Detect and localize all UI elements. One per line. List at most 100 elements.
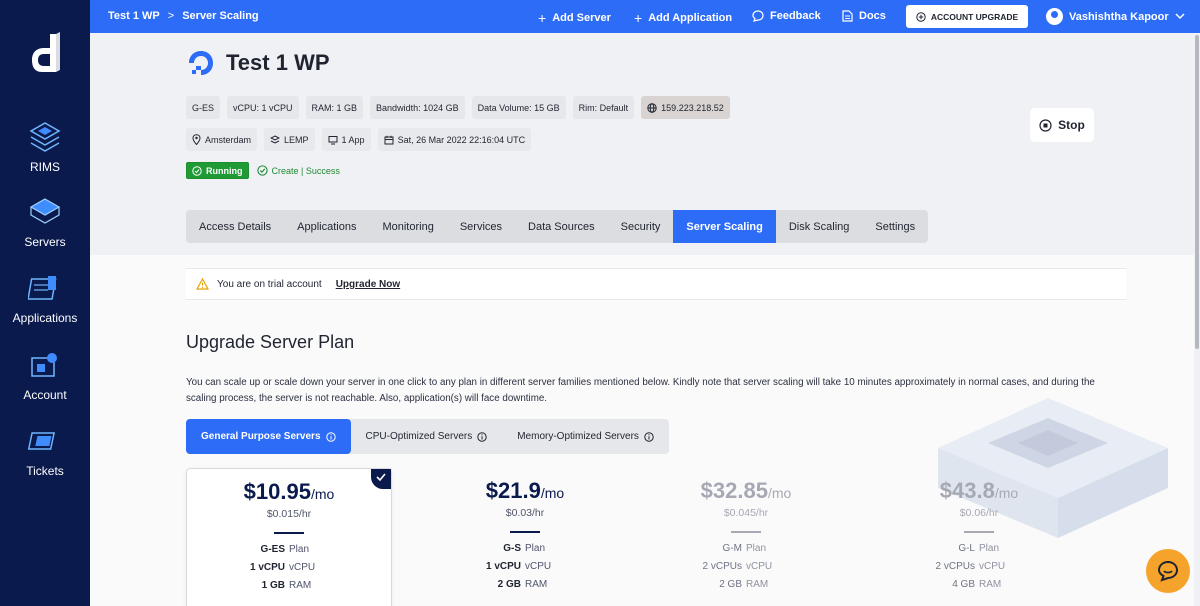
feedback-button[interactable]: Feedback xyxy=(752,10,821,22)
tab-general-purpose[interactable]: General Purpose Servers xyxy=(186,419,351,454)
plan-card-g-es[interactable]: $10.95/mo $0.015/hr G-ES Plan 1 vCPU vCPU … xyxy=(186,468,392,606)
sidebar-item-label: Servers xyxy=(24,235,66,249)
breadcrumb-server-link[interactable]: Test 1 WP xyxy=(108,10,160,22)
plus-icon: + xyxy=(538,10,547,26)
plan-price: $32.85 xyxy=(700,478,768,503)
family-label: Memory-Optimized Servers xyxy=(517,431,639,442)
create-status: Create | Success xyxy=(256,165,340,176)
tab-services[interactable]: Services xyxy=(447,210,515,243)
divider xyxy=(274,532,304,534)
plan-card-g-l[interactable]: $43.8/mo $0.06/hr G-L Plan 2 vCPUs vCPU 4 … xyxy=(876,468,1082,606)
section-description: You can scale up or scale down your serv… xyxy=(186,377,1095,404)
plan-hourly: $0.045/hr xyxy=(723,507,769,519)
sidebar-item-rims[interactable]: RIMS xyxy=(0,120,90,174)
plan-card-g-m[interactable]: $32.85/mo $0.045/hr G-M Plan 2 vCPUs vCPU … xyxy=(643,468,849,606)
plan-ram: 2 GB xyxy=(719,579,742,590)
tab-server-scaling[interactable]: Server Scaling xyxy=(673,210,776,243)
spec-label: RAM xyxy=(525,579,548,590)
apps-label: 1 App xyxy=(341,134,365,145)
add-application-button[interactable]: + Add Application xyxy=(634,10,732,26)
spec-label: RAM xyxy=(979,579,1002,590)
spec-chip: Data Volume: 15 GB xyxy=(471,96,566,119)
plan-price: $21.9 xyxy=(485,478,541,503)
plan-vcpu: 2 vCPUs xyxy=(702,561,742,572)
tab-access-details[interactable]: Access Details xyxy=(186,210,284,243)
breadcrumb-current: Server Scaling xyxy=(182,10,259,22)
chat-button[interactable] xyxy=(1146,549,1190,593)
spec-label: Plan xyxy=(289,544,310,555)
upgrade-now-link[interactable]: Upgrade Now xyxy=(336,279,400,290)
spec-label: vCPU xyxy=(979,561,1006,572)
add-application-label: Add Application xyxy=(648,12,733,24)
info-icon[interactable] xyxy=(644,431,654,442)
rims-icon xyxy=(29,122,61,152)
location-pin-icon xyxy=(192,134,201,145)
docs-button[interactable]: Docs xyxy=(842,10,886,22)
tab-data-sources[interactable]: Data Sources xyxy=(515,210,608,243)
check-circle-icon xyxy=(256,165,268,176)
divider xyxy=(510,531,540,533)
tab-monitoring[interactable]: Monitoring xyxy=(369,210,446,243)
plan-period: /mo xyxy=(994,485,1019,501)
tab-applications[interactable]: Applications xyxy=(284,210,369,243)
tab-memory-optimized[interactable]: Memory-Optimized Servers xyxy=(502,419,669,454)
digitalocean-icon xyxy=(189,51,213,75)
scrollbar[interactable] xyxy=(1194,33,1200,606)
ip-address: 159.223.218.52 xyxy=(661,102,724,113)
spec-label: Plan xyxy=(525,543,546,554)
add-server-button[interactable]: + Add Server xyxy=(538,10,611,26)
stop-label: Stop xyxy=(1058,118,1085,132)
sidebar-item-applications[interactable]: Applications xyxy=(0,271,90,325)
monitor-icon xyxy=(328,135,338,144)
sidebar-item-label: Tickets xyxy=(26,464,64,478)
info-icon[interactable] xyxy=(325,431,336,442)
plan-list: $10.95/mo $0.015/hr G-ES Plan 1 vCPU vCPU … xyxy=(186,468,1126,606)
spec-label: RAM xyxy=(289,580,312,591)
globe-icon xyxy=(647,102,657,113)
info-icon[interactable] xyxy=(477,431,487,442)
tab-security[interactable]: Security xyxy=(608,210,674,243)
plan-hourly: $0.03/hr xyxy=(505,507,545,519)
plan-hourly: $0.06/hr xyxy=(959,507,999,519)
brand-logo-icon[interactable] xyxy=(28,32,62,76)
avatar xyxy=(1046,8,1063,25)
plan-code: G-L xyxy=(958,543,975,554)
tab-settings[interactable]: Settings xyxy=(862,210,928,243)
stop-icon xyxy=(1039,118,1052,132)
apps-chip: 1 App xyxy=(321,128,371,151)
account-upgrade-button[interactable]: ACCOUNT UPGRADE xyxy=(906,5,1028,28)
user-menu[interactable]: Vashishtha Kapoor xyxy=(1046,8,1185,25)
spec-chip: Rim: Default xyxy=(572,96,635,119)
breadcrumb: Test 1 WP > Server Scaling xyxy=(108,10,259,22)
plan-period: /mo xyxy=(310,486,335,502)
trial-banner: You are on trial account Upgrade Now xyxy=(186,268,1126,300)
plan-vcpu: 1 vCPU xyxy=(249,562,285,573)
sidebar-item-account[interactable]: Account xyxy=(0,348,90,402)
scrollbar-thumb[interactable] xyxy=(1195,35,1199,349)
sidebar-item-servers[interactable]: Servers xyxy=(0,195,90,249)
tab-cpu-optimized[interactable]: CPU-Optimized Servers xyxy=(351,419,503,454)
location-label: Amsterdam xyxy=(205,134,252,145)
stop-button[interactable]: Stop xyxy=(1030,108,1094,142)
sidebar-item-tickets[interactable]: Tickets xyxy=(0,424,90,478)
top-bar: Test 1 WP > Server Scaling + Add Server … xyxy=(90,0,1200,33)
spec-chip: RAM: 1 GB xyxy=(305,96,364,119)
ip-chip[interactable]: 159.223.218.52 xyxy=(641,96,730,119)
plan-code: G-M xyxy=(722,543,742,554)
applications-icon xyxy=(28,276,57,300)
divider xyxy=(964,531,994,533)
plan-period: /mo xyxy=(540,485,565,501)
server-title: Test 1 WP xyxy=(186,48,330,78)
spec-label: Plan xyxy=(746,543,767,554)
plan-card-g-s[interactable]: $21.9/mo $0.03/hr G-S Plan 1 vCPU vCPU 2 G… xyxy=(422,468,628,606)
add-server-label: Add Server xyxy=(552,12,611,24)
feedback-icon xyxy=(752,10,764,22)
document-icon xyxy=(842,10,853,22)
feedback-label: Feedback xyxy=(770,10,821,22)
plan-price: $10.95 xyxy=(243,479,311,504)
tab-disk-scaling[interactable]: Disk Scaling xyxy=(776,210,863,243)
spec-label: vCPU xyxy=(746,561,773,572)
check-circle-icon xyxy=(192,165,202,176)
server-status: Running Create | Success xyxy=(186,162,340,179)
plan-code: G-ES xyxy=(260,544,285,555)
